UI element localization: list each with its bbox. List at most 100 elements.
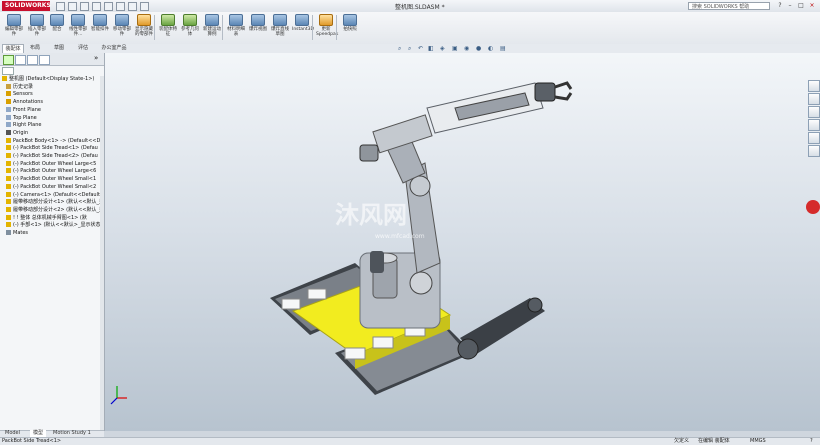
filter-icon[interactable] bbox=[2, 67, 14, 75]
configuration-manager-tab-icon[interactable] bbox=[27, 55, 38, 65]
scene-icon[interactable]: ◐ bbox=[488, 45, 493, 53]
component-icon bbox=[6, 160, 11, 166]
display-style-icon[interactable]: ▣ bbox=[452, 45, 458, 53]
ribbon-button-label: 智能扣件 bbox=[91, 27, 109, 32]
file-explorer-icon[interactable] bbox=[808, 106, 820, 118]
select-icon[interactable] bbox=[116, 2, 125, 11]
design-library-icon[interactable] bbox=[808, 93, 820, 105]
tree-item-label: (-) PackBot Outer Wheel Small<2 bbox=[13, 183, 97, 190]
smart-fasteners-icon bbox=[93, 14, 107, 26]
resources-icon[interactable] bbox=[808, 80, 820, 92]
ribbon-button-label: 移动零部件 bbox=[113, 27, 131, 37]
feedback-badge-icon[interactable] bbox=[806, 200, 820, 214]
ribbon-button-15[interactable]: 拍快照 bbox=[340, 13, 360, 42]
gripper[interactable] bbox=[534, 81, 573, 102]
previous-view-icon[interactable]: ↶ bbox=[418, 45, 423, 53]
undo-icon[interactable] bbox=[104, 2, 113, 11]
tree-item-label: 整机图 (Default<Display State-1>) bbox=[9, 76, 95, 82]
component-icon bbox=[6, 214, 11, 220]
component-icon bbox=[6, 153, 11, 158]
tab-sketch[interactable]: 草图 bbox=[50, 44, 68, 53]
tree-item-label: Sensors bbox=[13, 91, 33, 98]
component-icon bbox=[2, 76, 7, 81]
save-icon[interactable] bbox=[80, 2, 89, 11]
ribbon-button-8[interactable]: 参考几何体 bbox=[180, 13, 200, 42]
tab-office-products[interactable]: 办公室产品 bbox=[98, 44, 130, 53]
view-orientation-icon[interactable]: ◈ bbox=[440, 45, 445, 53]
ribbon-button-1[interactable]: 插入零部件 bbox=[27, 13, 47, 42]
coordinate-triad bbox=[110, 386, 127, 405]
minimize-button[interactable]: – bbox=[786, 2, 794, 9]
tree-item-label: Mates bbox=[13, 230, 29, 236]
robot-arm[interactable] bbox=[359, 82, 544, 274]
custom-properties-icon[interactable] bbox=[808, 145, 820, 157]
graphics-area[interactable]: 沐风网 www.mfcad.com bbox=[105, 53, 820, 431]
feature-manager-tab-icon[interactable] bbox=[3, 55, 14, 65]
component-icon bbox=[6, 91, 11, 97]
tab-model-disabled[interactable]: Model bbox=[2, 430, 23, 437]
ribbon-button-9[interactable]: 新建运动算例 bbox=[202, 13, 222, 42]
robot-assembly-model[interactable]: 沐风网 www.mfcad.com bbox=[105, 53, 820, 431]
tab-model[interactable]: 模型 bbox=[30, 430, 47, 437]
ribbon-separator bbox=[222, 15, 223, 40]
flipper-track[interactable] bbox=[457, 297, 545, 360]
zoom-to-fit-icon[interactable]: ⌕ bbox=[398, 45, 401, 53]
tree-item-label: (-) PackBot Outer Wheel Small<1 bbox=[13, 176, 97, 183]
tree-item-label: (-) PackBot Outer Wheel Large<6 bbox=[13, 168, 97, 175]
component-icon bbox=[6, 183, 11, 189]
tree-item[interactable]: Mates bbox=[6, 229, 100, 237]
help-search-input[interactable]: 搜索 SOLIDWORKS 帮助 bbox=[688, 2, 770, 10]
hide-show-items-icon[interactable]: ◉ bbox=[464, 45, 469, 53]
options-icon[interactable] bbox=[140, 2, 149, 11]
tree-item-label: (-) PackBot Side Tread<1> (Defau bbox=[13, 145, 98, 152]
ribbon-button-label: 材料明细表 bbox=[227, 27, 245, 37]
help-icon[interactable]: ? bbox=[776, 2, 784, 9]
panel-scrollbar[interactable] bbox=[100, 76, 104, 430]
ribbon-button-2[interactable]: 配合 bbox=[47, 13, 67, 42]
close-button[interactable]: × bbox=[808, 2, 816, 9]
component-icon bbox=[6, 83, 11, 89]
ribbon-button-14[interactable]: 更新Speedpak bbox=[316, 13, 338, 42]
rebuild-icon[interactable] bbox=[128, 2, 137, 11]
view-settings-icon[interactable]: ▤ bbox=[500, 45, 506, 53]
ribbon-button-label: 新建运动算例 bbox=[203, 27, 221, 37]
new-motion-study-icon bbox=[205, 14, 219, 26]
open-file-icon[interactable] bbox=[68, 2, 77, 11]
ribbon-button-4[interactable]: 智能扣件 bbox=[90, 13, 110, 42]
show-hidden-icon bbox=[137, 14, 151, 26]
tab-layout[interactable]: 布局 bbox=[26, 44, 44, 53]
section-view-icon[interactable]: ◧ bbox=[428, 45, 434, 53]
ribbon-button-7[interactable]: 装配体特征 bbox=[158, 13, 178, 42]
camera[interactable] bbox=[370, 251, 384, 273]
linear-pattern-icon bbox=[71, 14, 85, 26]
component-icon bbox=[6, 137, 11, 143]
maximize-button[interactable]: □ bbox=[797, 2, 805, 9]
print-icon[interactable] bbox=[92, 2, 101, 11]
panel-tabs: » bbox=[0, 53, 104, 66]
display-manager-tab-icon[interactable] bbox=[39, 55, 50, 65]
reference-geometry-icon bbox=[183, 14, 197, 26]
insert-component-icon bbox=[30, 14, 44, 26]
appearance-icon[interactable]: ● bbox=[476, 45, 481, 53]
zoom-area-icon[interactable]: ⌕ bbox=[408, 45, 411, 53]
tab-evaluate[interactable]: 评估 bbox=[74, 44, 92, 53]
component-icon bbox=[6, 114, 11, 120]
expand-chevron-icon[interactable]: » bbox=[94, 54, 98, 62]
tab-assembly[interactable]: 装配体 bbox=[2, 44, 24, 53]
ribbon-button-12[interactable]: 爆炸直线草图 bbox=[270, 13, 290, 42]
tab-motion-study[interactable]: Motion Study 1 bbox=[50, 430, 94, 437]
tree-item-label: Right Plane bbox=[13, 122, 42, 129]
ribbon-button-6[interactable]: 显示隐藏的零部件 bbox=[134, 13, 154, 42]
ribbon-button-10[interactable]: 材料明细表 bbox=[226, 13, 246, 42]
property-manager-tab-icon[interactable] bbox=[15, 55, 26, 65]
tree-item-label: PackBot Body<1> -> (Default<<D bbox=[13, 137, 100, 144]
ribbon-button-11[interactable]: 爆炸视图 bbox=[248, 13, 268, 42]
ribbon-button-3[interactable]: 线性零部件... bbox=[68, 13, 88, 42]
ribbon-separator bbox=[336, 15, 337, 40]
new-file-icon[interactable] bbox=[56, 2, 65, 11]
ribbon-button-0[interactable]: 编辑零部件 bbox=[4, 13, 24, 42]
ribbon-button-5[interactable]: 移动零部件 bbox=[112, 13, 132, 42]
view-palette-icon[interactable] bbox=[808, 119, 820, 131]
ribbon-button-13[interactable]: Instant3D bbox=[292, 13, 314, 42]
appearances-icon[interactable] bbox=[808, 132, 820, 144]
